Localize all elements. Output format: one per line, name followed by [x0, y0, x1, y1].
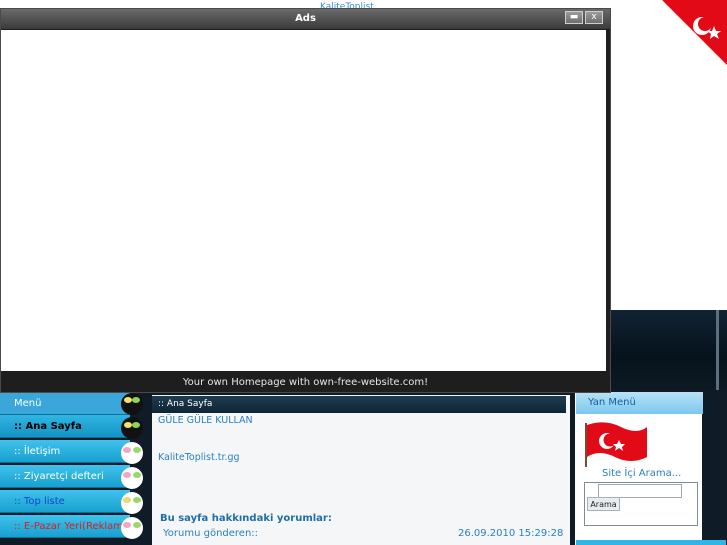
content-link[interactable]: KaliteToplist.tr.gg [158, 452, 240, 463]
search-button[interactable]: Arama [587, 497, 620, 511]
ads-content-area[interactable] [1, 30, 606, 371]
accent-bar [576, 540, 726, 545]
waving-flag-icon [581, 419, 653, 467]
header-dark-band [606, 310, 727, 390]
turkish-flag-ribbon [632, 0, 727, 85]
comment-sender: Yorumu gönderen:: [163, 528, 259, 539]
menu-item-ana-sayfa[interactable]: :: Ana Sayfa [0, 415, 130, 438]
flower-icon [121, 442, 143, 464]
ads-window: Ads ▬ x Your own Homepage with own-free-… [0, 8, 611, 393]
flower-icon [121, 467, 143, 489]
flower-icon [121, 417, 143, 439]
content-header: :: Ana Sayfa [152, 396, 566, 413]
menu-item-ziyaretci-defteri[interactable]: :: Ziyaretçi defteri [0, 465, 130, 488]
comments-title: Bu sayfa hakkındaki yorumlar: [160, 513, 332, 524]
menu-item-e-pazar[interactable]: :: E-Pazar Yeri(Reklam) [0, 515, 130, 538]
menu-header: Menü [0, 392, 130, 415]
content-text-line: GÜLE GÜLE KULLAN [158, 415, 253, 426]
ads-window-title: Ads [1, 9, 610, 29]
close-button[interactable]: x [585, 11, 603, 24]
flower-icon [121, 517, 143, 539]
flower-icon [121, 492, 143, 514]
menu-item-iletisim[interactable]: :: İletişim [0, 440, 130, 463]
ads-footer-link[interactable]: Your own Homepage with own-free-website.… [1, 373, 610, 393]
flower-icon [121, 393, 143, 415]
right-menu-header: Yan Menü [576, 392, 703, 414]
left-menu: Menü :: Ana Sayfa :: İletişim :: Ziyaret… [0, 392, 147, 545]
search-input[interactable] [598, 484, 682, 498]
minimize-button[interactable]: ▬ [565, 11, 583, 24]
site-search-title: Site İçi Arama... [602, 468, 682, 479]
menu-item-top-liste[interactable]: :: Top liste [0, 490, 130, 513]
comment-date: 26.09.2010 15:29:28 [458, 528, 564, 539]
